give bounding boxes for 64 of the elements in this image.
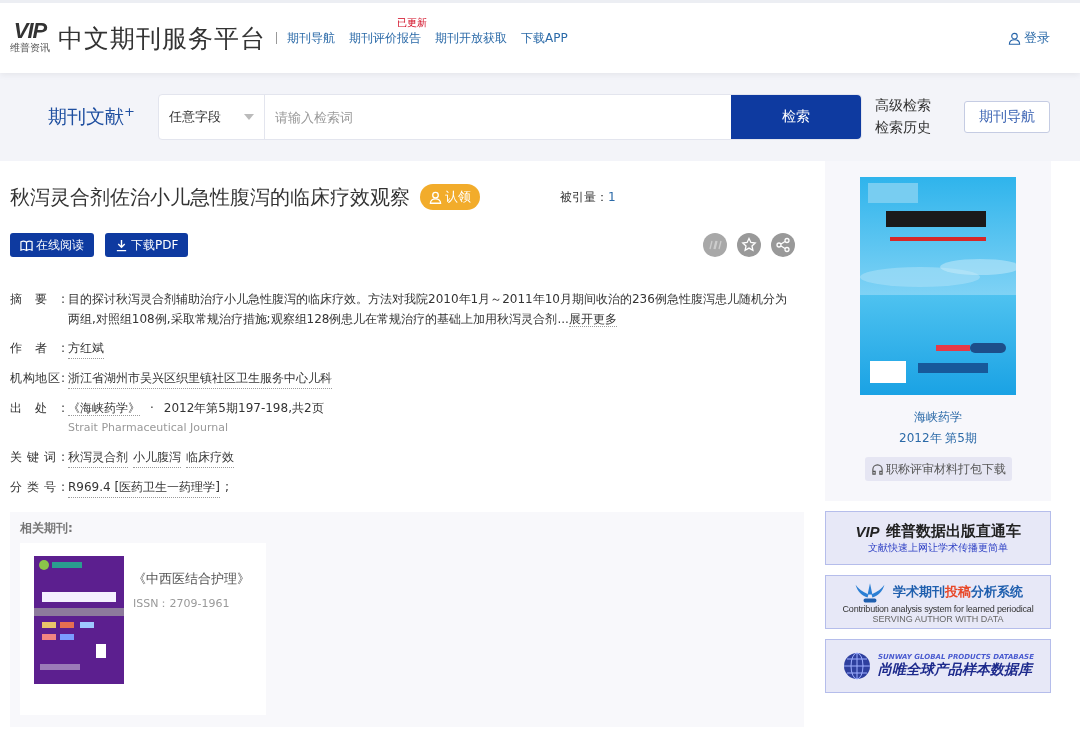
- meta-link[interactable]: 浙江省湖州市吴兴区织里镇社区卫生服务中心儿科: [68, 368, 332, 389]
- banner-title: 尚唯全球产品样本数据库: [878, 661, 1033, 679]
- share-icon[interactable]: [771, 233, 795, 257]
- site-title: 中文期刊服务平台: [58, 22, 266, 55]
- logo-mark: VIP: [13, 21, 47, 41]
- article-title: 秋泻灵合剂佐治小儿急性腹泻的临床疗效观察: [10, 183, 410, 211]
- field-label: 摘要:: [10, 291, 65, 308]
- meta-link[interactable]: 方红斌: [68, 338, 104, 359]
- field-label: 出处:: [10, 400, 65, 417]
- banner-subtitle: Contribution analysis system for learned periodical: [842, 604, 1034, 614]
- search-link[interactable]: 高级检索: [875, 97, 931, 115]
- download-button[interactable]: 职称评审材料打包下载: [864, 457, 1012, 481]
- field-label: 关键词:: [10, 449, 65, 466]
- ad-banner[interactable]: 学术期刊投稿分析系统 Contribution analysis system for learned periodical SERVING AUTHOR WITH DATA: [825, 575, 1051, 629]
- update-label: 已更新: [397, 16, 427, 29]
- english-title: Strait Pharmaceutical Journal: [68, 420, 230, 436]
- issue-text: 2012年第5期197-198,共2页: [163, 401, 324, 415]
- meta-link[interactable]: R969.4 [医药卫生一药理学]: [68, 477, 220, 498]
- expand-link[interactable]: 展开更多: [568, 312, 617, 327]
- journal-link[interactable]: 《海峡药学》: [68, 401, 140, 416]
- headset-icon: [870, 462, 884, 476]
- journal-card[interactable]: 《中西医结合护理》 ISSN：2709-1961: [20, 543, 266, 715]
- action-button[interactable]: 下载PDF: [105, 233, 189, 257]
- ad-banner[interactable]: VIP 维普数据出版直通车 文献快速上网让学术传播更简单: [825, 511, 1051, 565]
- logo[interactable]: VIP 维普资讯: [10, 21, 50, 55]
- search-button[interactable]: 检索: [731, 95, 861, 139]
- separator-text: ·: [150, 401, 154, 415]
- banner-title: 学术期刊投稿分析系统: [893, 583, 1023, 601]
- banner-logo: VIP: [855, 522, 880, 540]
- search-link[interactable]: 检索历史: [875, 119, 931, 137]
- download-icon: [115, 238, 128, 252]
- issn-text: ISSN：2709-1961: [133, 596, 231, 611]
- book-icon: [20, 238, 33, 252]
- field-label: 分类号:: [10, 479, 65, 496]
- cited-count: 1: [608, 190, 616, 204]
- nav-link[interactable]: 期刊导航: [287, 30, 335, 45]
- banner-subtitle: 文献快速上网让学术传播更简单: [868, 540, 1008, 555]
- issue-link[interactable]: 2012年 第5期: [899, 430, 977, 447]
- user-icon: [429, 190, 442, 204]
- meta-link[interactable]: 小儿腹泻: [133, 447, 181, 468]
- nav-link[interactable]: 期刊开放获取: [435, 30, 507, 45]
- separator-text: ;: [224, 479, 229, 496]
- search-bar[interactable]: 任意字段 请输入检索词 检索: [158, 94, 862, 140]
- journal-title: 《中西医结合护理》: [133, 570, 250, 588]
- journal-link[interactable]: 海峡药学: [914, 409, 962, 426]
- abstract-text: 目的探讨秋泻灵合剂辅助治疗小儿急性腹泻的临床疗效。方法对我院2010年1月～2011年10月期间收治的236例急性腹泻患儿随机分为两组,对照组108例,采取常规治疗措施;观察组128例患儿在常规治疗的基础上加用秋泻灵合剂...展开更多: [68, 291, 788, 329]
- cited-label: 被引量：: [560, 188, 608, 206]
- nav-link[interactable]: 期刊评价报告: [349, 30, 421, 45]
- section-heading: 相关期刊:: [20, 520, 74, 537]
- action-button[interactable]: 在线阅读: [10, 233, 94, 257]
- banner-title: 维普数据出版直通车: [885, 521, 1021, 541]
- globe-icon: [842, 651, 873, 681]
- search-scope[interactable]: 期刊文献$^{+}$: [48, 104, 158, 130]
- logo-caption: 维普资讯: [10, 41, 50, 55]
- journal-nav-button[interactable]: 期刊导航: [964, 101, 1050, 133]
- nav-link[interactable]: 下载APP: [521, 30, 568, 45]
- field-label: 机构地区:: [10, 370, 65, 387]
- meta-link[interactable]: 秋泻灵合剂: [68, 447, 128, 468]
- meta-link[interactable]: 临床疗效: [186, 447, 234, 468]
- caret-icon: [244, 114, 254, 120]
- field-label: 作者:: [10, 340, 65, 357]
- login-link[interactable]: 登录: [1008, 29, 1050, 47]
- banner-tagline: SERVING AUTHOR WITH DATA: [872, 614, 1004, 624]
- user-icon: [1008, 31, 1021, 45]
